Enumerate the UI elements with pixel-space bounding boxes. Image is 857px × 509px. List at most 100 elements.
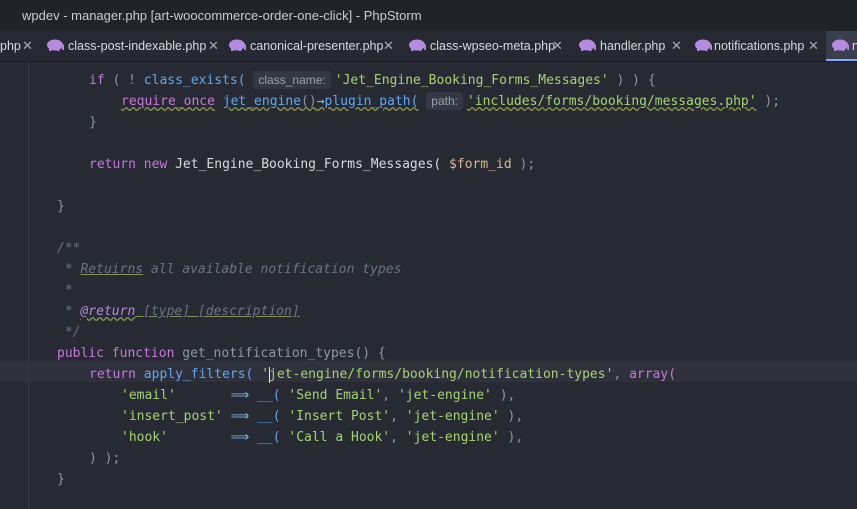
code-line: } bbox=[89, 112, 97, 133]
code-line: ) ); bbox=[89, 448, 120, 469]
window-title: wpdev - manager.php [art-woocommerce-ord… bbox=[22, 8, 422, 23]
punctuation: ), bbox=[491, 388, 516, 403]
doc-comment: /** bbox=[57, 241, 81, 256]
tab-label: class-wpseo-meta.php bbox=[430, 39, 556, 53]
array-key: 'hook' bbox=[121, 430, 168, 445]
title-bar: wpdev - manager.php [art-woocommerce-ord… bbox=[0, 0, 857, 31]
doc-tag: @return bbox=[80, 304, 136, 319]
php-file-icon bbox=[832, 39, 849, 51]
php-file-icon bbox=[409, 39, 426, 51]
doc-comment: * bbox=[57, 262, 81, 277]
string-literal: 'jet-engine' bbox=[397, 388, 492, 403]
code-line: 'hook' ⟹ __( 'Call a Hook', 'jet-engine'… bbox=[121, 430, 524, 445]
keyword: return bbox=[89, 157, 136, 172]
close-icon[interactable]: ✕ bbox=[208, 31, 219, 61]
close-icon[interactable]: ✕ bbox=[552, 31, 563, 61]
editor-tab-active[interactable]: n bbox=[826, 31, 857, 61]
operator: ⟹ bbox=[230, 430, 250, 445]
string-literal: 'Call a Hook' bbox=[288, 430, 391, 445]
operator: ⟹ bbox=[230, 388, 250, 403]
keyword: function bbox=[111, 346, 175, 361]
code-line: */ bbox=[57, 322, 81, 343]
tab-label: class-post-indexable.php bbox=[68, 39, 207, 53]
punctuation: ) ); bbox=[89, 451, 121, 466]
function-call: __( bbox=[257, 388, 281, 403]
code-line: * bbox=[57, 280, 73, 301]
doc-comment: * bbox=[57, 304, 81, 319]
editor-tab[interactable]: class-wpseo-meta.php ✕ bbox=[400, 31, 570, 61]
close-icon[interactable]: ✕ bbox=[808, 31, 819, 61]
editor-tab[interactable]: handler.php ✕ bbox=[570, 31, 688, 61]
keyword: new bbox=[143, 157, 168, 172]
punctuation: ), bbox=[499, 430, 524, 445]
code-line: * @return [type] [description] bbox=[57, 301, 300, 322]
operator: ⟹ bbox=[230, 409, 250, 424]
keyword: require_once bbox=[121, 94, 215, 109]
tab-label: notifications.php bbox=[714, 39, 805, 53]
string-literal: jet-engine/forms/booking/notification-ty… bbox=[269, 367, 614, 382]
operator: → bbox=[316, 94, 325, 109]
code-line: /** bbox=[57, 238, 80, 259]
doc-comment-typo: Retuirns bbox=[80, 262, 144, 277]
editor-tab[interactable]: php ✕ bbox=[0, 31, 42, 61]
code-line: require_once jet_engine()→plugin_path( p… bbox=[121, 91, 780, 112]
close-icon[interactable]: ✕ bbox=[671, 31, 682, 61]
function-call: __( bbox=[257, 409, 281, 424]
tab-label: handler.php bbox=[600, 39, 666, 53]
editor-tab[interactable]: class-post-indexable.php ✕ bbox=[42, 31, 220, 61]
doc-comment: all available notification types bbox=[143, 262, 402, 277]
string-literal: 'Send Email' bbox=[288, 388, 383, 403]
tab-label: canonical-presenter.php bbox=[250, 39, 384, 53]
function-name: get_notification_types bbox=[182, 346, 355, 361]
function-call: apply_filters( bbox=[143, 367, 254, 382]
close-icon[interactable]: ✕ bbox=[383, 31, 394, 61]
code-editor[interactable]: if ( ! class_exists( class_name: 'Jet_Eng… bbox=[0, 62, 857, 509]
string-literal: 'Insert Post' bbox=[288, 409, 391, 424]
doc-comment: */ bbox=[57, 325, 81, 340]
array-key: 'insert_post' bbox=[121, 409, 223, 424]
punctuation: () bbox=[301, 94, 317, 109]
editor-tab[interactable]: canonical-presenter.php ✕ bbox=[220, 31, 400, 61]
code-line: * Retuirns all available notification ty… bbox=[57, 259, 402, 280]
code-line: return apply_filters( 'jet-engine/forms/… bbox=[89, 364, 676, 385]
class-name: Jet_Engine_Booking_Forms_Messages( bbox=[175, 157, 442, 172]
punctuation: ); bbox=[511, 157, 536, 172]
code-line: public function get_notification_types()… bbox=[57, 343, 386, 364]
code-line: if ( ! class_exists( class_name: 'Jet_Eng… bbox=[89, 70, 656, 91]
php-file-icon bbox=[47, 39, 64, 51]
function-call: __( bbox=[257, 430, 281, 445]
punctuation: ); bbox=[756, 94, 781, 109]
code-line: return new Jet_Engine_Booking_Forms_Mess… bbox=[89, 154, 535, 175]
doc-comment: * bbox=[57, 283, 73, 298]
code-line: 'email' ⟹ __( 'Send Email', 'jet-engine'… bbox=[121, 388, 516, 403]
punctuation: ) ) { bbox=[608, 73, 656, 88]
punctuation: () { bbox=[354, 346, 386, 361]
brace: } bbox=[89, 115, 97, 130]
editor-tab-bar: php ✕ class-post-indexable.php ✕ canonic… bbox=[0, 31, 857, 62]
code-line: } bbox=[57, 469, 65, 490]
indent-guide bbox=[28, 62, 29, 509]
brace: } bbox=[57, 472, 65, 487]
brace: } bbox=[57, 199, 65, 214]
function-call: jet_engine bbox=[222, 94, 302, 109]
punctuation: , bbox=[613, 367, 630, 382]
punctuation: ), bbox=[499, 409, 524, 424]
editor-tab[interactable]: notifications.php ✕ bbox=[688, 31, 824, 61]
variable: $form_id bbox=[449, 157, 512, 172]
close-icon[interactable]: ✕ bbox=[22, 31, 33, 61]
doc-comment: [type] [description] bbox=[135, 304, 300, 319]
array-key: 'email' bbox=[121, 388, 176, 403]
keyword: if bbox=[89, 73, 105, 88]
punctuation: ( ! bbox=[104, 73, 144, 88]
keyword: return bbox=[89, 367, 136, 382]
keyword: public bbox=[57, 346, 104, 361]
function-call: class_exists( bbox=[143, 73, 246, 88]
code-line: 'insert_post' ⟹ __( 'Insert Post', 'jet-… bbox=[121, 409, 524, 424]
keyword: array( bbox=[629, 367, 677, 382]
string-literal: 'jet-engine' bbox=[405, 409, 500, 424]
tab-label: php bbox=[0, 39, 21, 53]
php-file-icon bbox=[579, 39, 596, 51]
tab-label: n bbox=[852, 31, 857, 61]
parameter-hint: class_name: bbox=[253, 71, 331, 89]
php-file-icon bbox=[695, 39, 712, 51]
